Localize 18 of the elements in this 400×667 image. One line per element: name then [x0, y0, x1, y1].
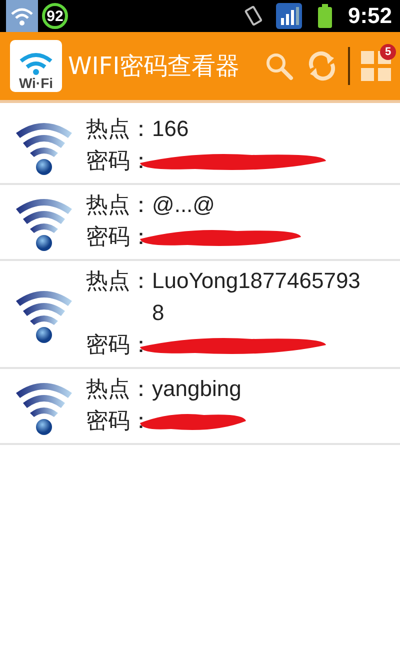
hotspot-label: 热点： [86, 267, 152, 295]
hotspot-label: 热点： [86, 191, 152, 219]
app-logo: Wi·Fi [10, 40, 62, 92]
app-title: WIFI密码查看器 [68, 51, 241, 82]
wifi-icon [6, 0, 38, 32]
search-icon[interactable] [264, 51, 294, 81]
signal-icon [276, 3, 302, 29]
refresh-icon[interactable] [306, 50, 338, 82]
hotspot-name: 166 [152, 115, 190, 143]
notification-badge: 5 [380, 44, 396, 60]
hotspot-name: LuoYong18774657938 [152, 267, 362, 327]
battery-percent: 92 [42, 3, 68, 29]
hotspot-name: @...@ [152, 191, 216, 219]
clock: 9:52 [348, 3, 392, 29]
hotspot-name: yangbing [152, 375, 242, 403]
hotspot-label: 热点： [86, 115, 152, 143]
battery-icon [318, 4, 332, 28]
hotspot-label: 热点： [86, 375, 152, 403]
